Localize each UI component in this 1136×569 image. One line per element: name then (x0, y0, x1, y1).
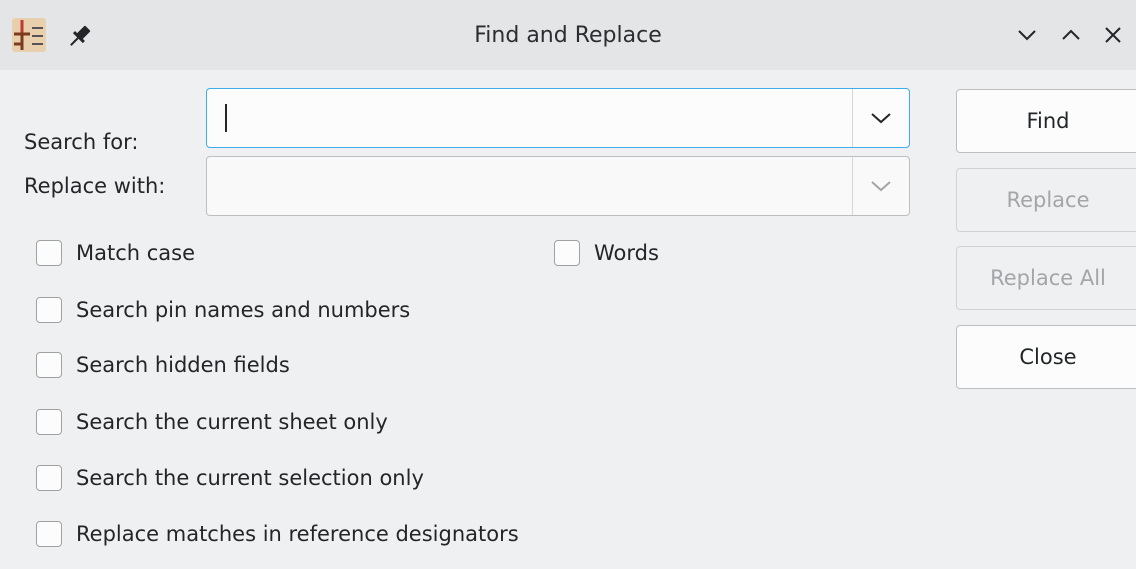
chevron-down-icon[interactable] (853, 89, 909, 147)
checkbox-label: Words (594, 241, 659, 265)
checkbox-label: Search the current selection only (76, 466, 424, 490)
checkbox-label: Replace matches in reference designators (76, 522, 519, 546)
match-case-checkbox[interactable]: Match case (36, 235, 195, 271)
replace-combobox[interactable] (206, 156, 910, 216)
text-cursor (225, 104, 227, 132)
checkbox-box[interactable] (554, 240, 580, 266)
checkbox-box[interactable] (36, 297, 62, 323)
checkbox-label: Search the current sheet only (76, 410, 388, 434)
search-combobox[interactable] (206, 88, 910, 148)
search-current-selection-checkbox[interactable]: Search the current selection only (36, 460, 424, 496)
search-current-sheet-checkbox[interactable]: Search the current sheet only (36, 404, 388, 440)
find-button[interactable]: Find (956, 89, 1136, 153)
checkbox-box[interactable] (36, 465, 62, 491)
checkbox-label: Search pin names and numbers (76, 298, 411, 322)
replace-reference-designators-checkbox[interactable]: Replace matches in reference designators (36, 516, 519, 552)
search-pin-names-checkbox[interactable]: Search pin names and numbers (36, 292, 410, 328)
close-button[interactable]: Close (956, 325, 1136, 389)
words-checkbox[interactable]: Words (554, 235, 659, 271)
search-hidden-fields-checkbox[interactable]: Search hidden fields (36, 347, 290, 383)
checkbox-box[interactable] (36, 521, 62, 547)
window-title: Find and Replace (474, 23, 662, 48)
title-bar: Find and Replace (0, 0, 1136, 70)
replace-with-label: Replace with: (24, 174, 166, 198)
replace-all-button[interactable]: Replace All (956, 246, 1136, 310)
checkbox-box[interactable] (36, 352, 62, 378)
replace-button[interactable]: Replace (956, 168, 1136, 232)
close-icon[interactable] (1098, 20, 1128, 50)
checkbox-label: Match case (76, 241, 196, 265)
chevron-down-icon[interactable] (853, 157, 909, 215)
minimize-icon[interactable] (1012, 20, 1042, 50)
search-for-label: Search for: (24, 130, 139, 154)
checkbox-box[interactable] (36, 240, 62, 266)
maximize-icon[interactable] (1056, 20, 1086, 50)
checkbox-box[interactable] (36, 409, 62, 435)
checkbox-label: Search hidden fields (76, 353, 290, 377)
